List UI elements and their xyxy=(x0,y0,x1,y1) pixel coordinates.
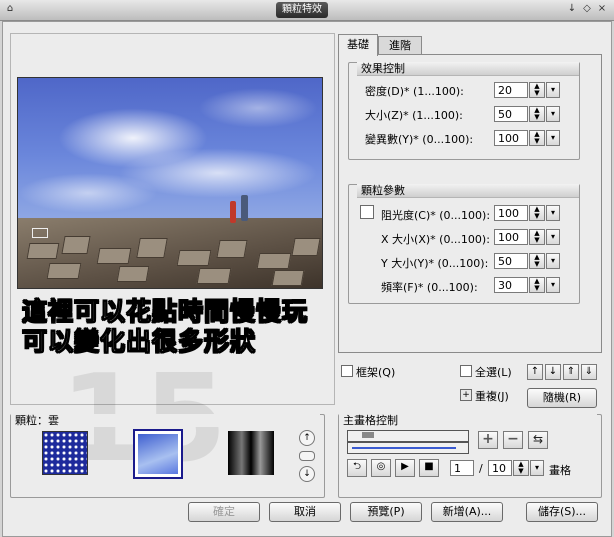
keyframe-slider-top[interactable] xyxy=(347,430,469,442)
keyframe-control-group: 主畫格控制 xyxy=(338,414,602,498)
cancel-button[interactable]: 取消 xyxy=(269,502,341,522)
y-size-label: Y 大小(Y)* (0...100): xyxy=(381,257,489,270)
density-field[interactable]: 20 xyxy=(494,82,528,98)
variance-label: 變異數(Y)* (0...100): xyxy=(365,133,474,146)
preview-image xyxy=(17,77,323,289)
scroll-thumb[interactable] xyxy=(299,451,315,461)
opacity-label: 阻光度(C)* (0...100): xyxy=(381,209,491,222)
tab-advanced[interactable]: 進階 xyxy=(378,36,422,55)
tab-basic[interactable]: 基礎 xyxy=(338,34,378,56)
x-size-field[interactable]: 100 xyxy=(494,229,528,245)
frame-checkbox[interactable] xyxy=(341,365,353,377)
overlap-label: 重複(J) xyxy=(475,390,509,403)
overlap-checkbox[interactable]: + xyxy=(460,389,472,401)
x-size-dropdown[interactable]: ▾ xyxy=(546,229,560,245)
opacity-spinner[interactable]: ▲ ▼ xyxy=(529,205,545,221)
y-size-field[interactable]: 50 xyxy=(494,253,528,269)
preview-button[interactable]: 預覽(P) xyxy=(350,502,422,522)
select-all-checkbox[interactable] xyxy=(460,365,472,377)
select-all-label: 全選(L) xyxy=(475,366,512,379)
frame-separator: / xyxy=(479,462,483,475)
close-icon[interactable]: × xyxy=(596,3,608,15)
move-down-icon[interactable]: ↓ xyxy=(545,364,561,380)
frequency-spinner[interactable]: ▲ ▼ xyxy=(529,277,545,293)
particle-thumb-snow[interactable] xyxy=(42,431,88,475)
variance-dropdown[interactable]: ▾ xyxy=(546,130,560,146)
total-frames-spinner[interactable]: ▲ ▼ xyxy=(513,460,529,476)
total-frames-field[interactable]: 10 xyxy=(488,460,512,476)
density-label: 密度(D)* (1...100): xyxy=(365,85,464,98)
frames-label: 畫格 xyxy=(549,464,571,477)
stop-icon[interactable]: ■ xyxy=(419,459,439,477)
frequency-dropdown[interactable]: ▾ xyxy=(546,277,560,293)
reverse-keyframe-icon[interactable]: ⇆ xyxy=(528,431,548,449)
variance-spinner[interactable]: ▲ ▼ xyxy=(529,130,545,146)
density-dropdown[interactable]: ▾ xyxy=(546,82,560,98)
particle-thumb-cloud-selected[interactable] xyxy=(133,429,183,479)
frequency-label: 頻率(F)* (0...100): xyxy=(381,281,478,294)
move-bottom-icon[interactable]: ⇓ xyxy=(581,364,597,380)
save-button[interactable]: 儲存(S)... xyxy=(526,502,598,522)
particle-params-title: 顆粒參數 xyxy=(357,184,579,198)
y-size-spinner[interactable]: ▲ ▼ xyxy=(529,253,545,269)
size-label: 大小(Z)* (1...100): xyxy=(365,109,463,122)
particle-thumb-smoke[interactable] xyxy=(228,431,274,475)
effect-control-title: 效果控制 xyxy=(357,62,579,76)
opacity-checkbox[interactable] xyxy=(360,205,374,219)
opacity-field[interactable]: 100 xyxy=(494,205,528,221)
app-menu-icon[interactable]: ⌂ xyxy=(4,3,16,15)
x-size-label: X 大小(X)* (0...100): xyxy=(381,233,490,246)
particle-panel-title: 顆粒：雲 xyxy=(11,414,320,427)
size-dropdown[interactable]: ▾ xyxy=(546,106,560,122)
random-button[interactable]: 隨機(R) xyxy=(527,388,597,408)
scroll-down-icon[interactable]: ↓ xyxy=(299,466,315,482)
scroll-up-icon[interactable]: ↑ xyxy=(299,430,315,446)
remove-keyframe-icon[interactable]: − xyxy=(503,431,523,449)
restore-icon[interactable]: ◇ xyxy=(581,3,593,15)
frequency-field[interactable]: 30 xyxy=(494,277,528,293)
window-title: 顆粒特效 xyxy=(276,2,328,18)
y-size-dropdown[interactable]: ▾ xyxy=(546,253,560,269)
frame-label: 框架(Q) xyxy=(356,366,396,379)
ok-button[interactable]: 確定 xyxy=(188,502,260,522)
move-top-icon[interactable]: ⇑ xyxy=(563,364,579,380)
minimize-icon[interactable]: ↓ xyxy=(566,3,578,15)
total-frames-dropdown[interactable]: ▾ xyxy=(530,460,544,476)
keyframe-slider-bottom[interactable] xyxy=(347,442,469,454)
move-up-icon[interactable]: ↑ xyxy=(527,364,543,380)
play-icon[interactable]: ▶ xyxy=(395,459,415,477)
current-frame-field[interactable]: 1 xyxy=(450,460,474,476)
loop-icon[interactable]: ⮌ xyxy=(347,459,367,477)
variance-field[interactable]: 100 xyxy=(494,130,528,146)
opacity-dropdown[interactable]: ▾ xyxy=(546,205,560,221)
add-keyframe-icon[interactable]: + xyxy=(478,431,498,449)
x-size-spinner[interactable]: ▲ ▼ xyxy=(529,229,545,245)
keyframe-control-title: 主畫格控制 xyxy=(339,414,597,427)
size-spinner[interactable]: ▲ ▼ xyxy=(529,106,545,122)
density-spinner[interactable]: ▲ ▼ xyxy=(529,82,545,98)
size-field[interactable]: 50 xyxy=(494,106,528,122)
add-button[interactable]: 新增(A)... xyxy=(431,502,503,522)
bounce-icon[interactable]: ◎ xyxy=(371,459,391,477)
